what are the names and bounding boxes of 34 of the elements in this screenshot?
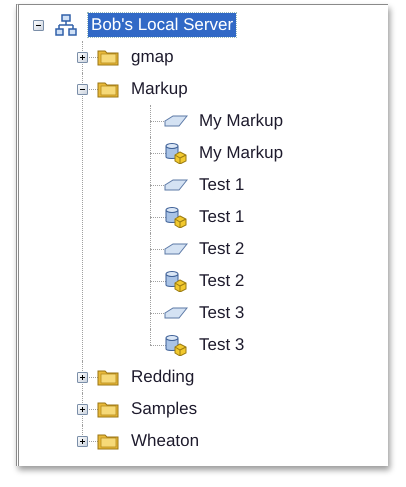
node-label[interactable]: Test 1 bbox=[196, 173, 248, 197]
node-label[interactable]: gmap bbox=[128, 45, 177, 69]
node-label[interactable]: Redding bbox=[128, 365, 198, 389]
collapse-toggle[interactable] bbox=[77, 84, 88, 94]
node-label[interactable]: My Markup bbox=[196, 109, 286, 133]
network-icon bbox=[55, 14, 77, 36]
expand-toggle[interactable] bbox=[77, 372, 88, 382]
expand-toggle[interactable] bbox=[77, 404, 88, 414]
collapse-toggle[interactable] bbox=[33, 20, 44, 30]
expand-toggle[interactable] bbox=[77, 52, 88, 62]
expand-toggle[interactable] bbox=[77, 436, 88, 446]
folder-icon bbox=[97, 48, 119, 66]
node-label[interactable]: Test 2 bbox=[196, 269, 248, 293]
node-label[interactable]: Bob's Local Server bbox=[88, 13, 236, 37]
database-icon bbox=[165, 334, 187, 356]
diamond-icon bbox=[164, 115, 188, 127]
node-label[interactable]: Markup bbox=[128, 77, 191, 101]
folder-icon bbox=[97, 400, 119, 418]
diamond-icon bbox=[164, 307, 188, 319]
database-icon bbox=[165, 142, 187, 164]
node-label[interactable]: My Markup bbox=[196, 141, 286, 165]
folder-icon bbox=[97, 432, 119, 450]
node-label[interactable]: Test 1 bbox=[196, 205, 248, 229]
node-label[interactable]: Test 2 bbox=[196, 237, 248, 261]
database-icon bbox=[165, 270, 187, 292]
diamond-icon bbox=[164, 243, 188, 255]
folder-icon bbox=[97, 80, 119, 98]
node-label[interactable]: Test 3 bbox=[196, 301, 248, 325]
node-label[interactable]: Samples bbox=[128, 397, 200, 421]
node-label[interactable]: Wheaton bbox=[128, 429, 202, 453]
diamond-icon bbox=[164, 179, 188, 191]
node-label[interactable]: Test 3 bbox=[196, 333, 248, 357]
folder-icon bbox=[97, 368, 119, 386]
database-icon bbox=[165, 206, 187, 228]
